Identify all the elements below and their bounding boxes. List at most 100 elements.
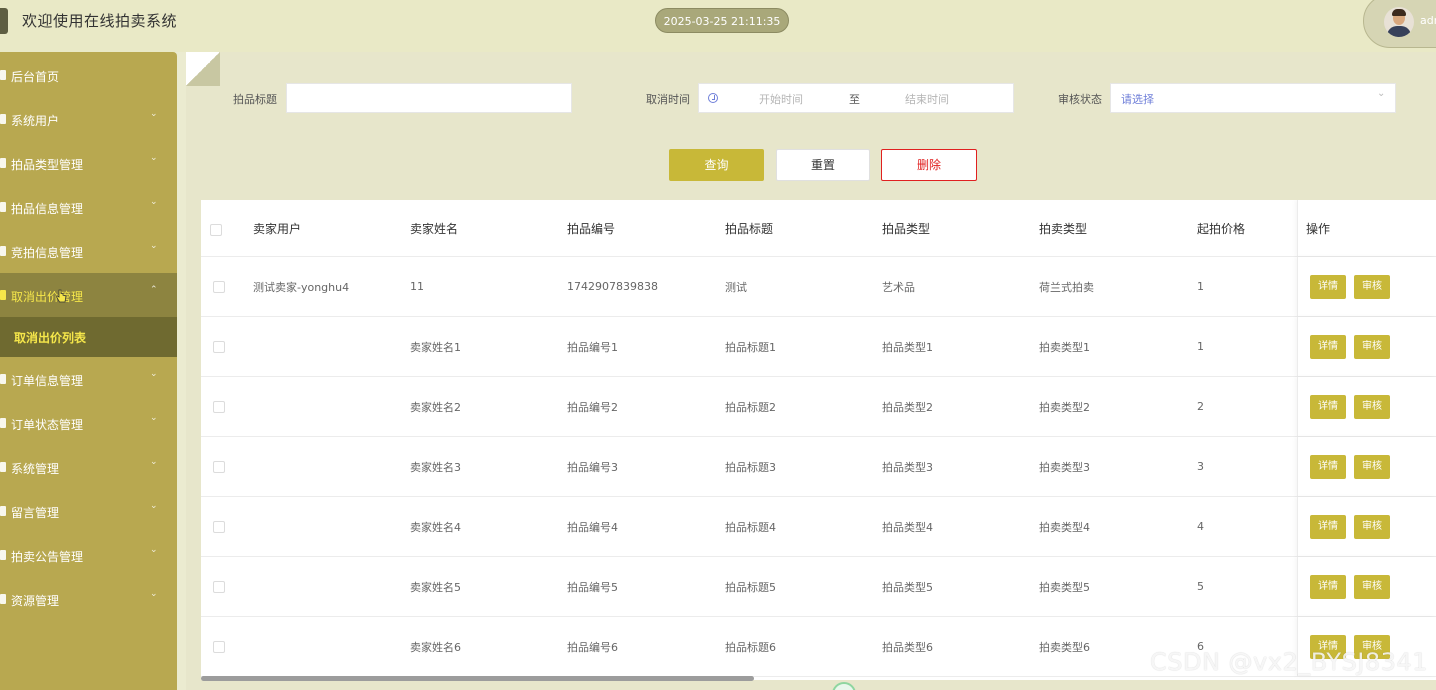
- row-checkbox[interactable]: [213, 581, 225, 593]
- table-cell: 拍品标题5: [725, 580, 776, 594]
- table-cell: 拍品标题1: [725, 340, 776, 354]
- list-icon: [0, 418, 6, 428]
- page-corner-fold: [186, 52, 220, 86]
- detail-button[interactable]: 详情: [1310, 395, 1346, 419]
- menu-toggle-icon[interactable]: [0, 8, 8, 34]
- start-time-placeholder[interactable]: 开始时间: [759, 91, 803, 107]
- column-header[interactable]: 拍卖类型: [1039, 200, 1087, 256]
- sidebar-item-label: 资源管理: [11, 594, 60, 608]
- sidebar-item-9[interactable]: 留言管理 ⌄: [0, 489, 177, 533]
- review-button[interactable]: 审核: [1354, 395, 1390, 419]
- row-checkbox[interactable]: [213, 281, 225, 293]
- detail-button[interactable]: 详情: [1310, 455, 1346, 479]
- review-button[interactable]: 审核: [1354, 275, 1390, 299]
- delete-button[interactable]: 删除: [881, 149, 977, 181]
- table-cell: 卖家姓名4: [410, 520, 461, 534]
- column-header[interactable]: 拍品标题: [725, 200, 773, 256]
- chevron-down-icon: ⌄: [150, 589, 158, 599]
- data-table: 卖家用户 卖家姓名 拍品编号 拍品标题 拍品类型 拍卖类型 起拍价格 操作 测试卖家-yongh…: [201, 200, 1436, 680]
- row-checkbox[interactable]: [213, 341, 225, 353]
- sidebar-item-5[interactable]: 取消出价管理 ⌃: [0, 273, 177, 317]
- table-cell: 测试卖家-yonghu4: [253, 280, 350, 294]
- title-filter-input[interactable]: [286, 83, 572, 113]
- table-header: 卖家用户 卖家姓名 拍品编号 拍品标题 拍品类型 拍卖类型 起拍价格 操作: [201, 200, 1436, 257]
- table-cell: 拍品编号5: [567, 580, 618, 594]
- table-cell: 拍品编号4: [567, 520, 618, 534]
- sidebar-item-0[interactable]: 后台首页: [0, 53, 177, 97]
- table-cell: 艺术品: [882, 280, 915, 294]
- column-header[interactable]: 起拍价格: [1197, 200, 1245, 256]
- list-icon: [0, 246, 6, 256]
- column-header[interactable]: 拍品类型: [882, 200, 930, 256]
- table-cell: 卖家姓名3: [410, 460, 461, 474]
- user-menu[interactable]: adm: [1363, 0, 1436, 48]
- review-button[interactable]: 审核: [1354, 335, 1390, 359]
- review-button[interactable]: 审核: [1354, 575, 1390, 599]
- end-time-placeholder[interactable]: 结束时间: [905, 91, 949, 107]
- sidebar-item-11[interactable]: 资源管理 ⌄: [0, 577, 177, 621]
- table-row[interactable]: 卖家姓名3 拍品编号3 拍品标题3 拍品类型3 拍卖类型3 3 详情 审核: [201, 437, 1436, 497]
- table-cell: 测试: [725, 280, 747, 294]
- review-status-placeholder: 请选择: [1121, 93, 1154, 106]
- table-row[interactable]: 卖家姓名1 拍品编号1 拍品标题1 拍品类型1 拍卖类型1 1 详情 审核: [201, 317, 1436, 377]
- table-cell: 拍品标题6: [725, 640, 776, 654]
- review-button[interactable]: 审核: [1354, 455, 1390, 479]
- sidebar-item-1[interactable]: 系统用户 ⌄: [0, 97, 177, 141]
- table-cell: 卖家姓名6: [410, 640, 461, 654]
- reset-button[interactable]: 重置: [776, 149, 870, 181]
- avatar: [1384, 7, 1414, 37]
- column-header[interactable]: 卖家用户: [253, 200, 301, 256]
- sidebar-item-2[interactable]: 拍品类型管理 ⌄: [0, 141, 177, 185]
- table-cell: 拍品编号3: [567, 460, 618, 474]
- sidebar-item-label: 取消出价管理: [11, 290, 84, 304]
- table-row[interactable]: 卖家姓名5 拍品编号5 拍品标题5 拍品类型5 拍卖类型5 5 详情 审核: [201, 557, 1436, 617]
- sidebar-item-label: 拍品信息管理: [11, 202, 84, 216]
- sidebar-item-10[interactable]: 拍卖公告管理 ⌄: [0, 533, 177, 577]
- select-all-checkbox[interactable]: [210, 224, 222, 236]
- list-icon: [0, 202, 6, 212]
- detail-button[interactable]: 详情: [1310, 275, 1346, 299]
- review-button[interactable]: 审核: [1354, 515, 1390, 539]
- table-row[interactable]: 卖家姓名4 拍品编号4 拍品标题4 拍品类型4 拍卖类型4 4 详情 审核: [201, 497, 1436, 557]
- sidebar-item-4[interactable]: 竞拍信息管理 ⌄: [0, 229, 177, 273]
- chevron-down-icon: ⌄: [1377, 88, 1386, 99]
- table-cell: 荷兰式拍卖: [1039, 280, 1094, 294]
- table-cell: 拍卖类型3: [1039, 460, 1090, 474]
- table-cell: 卖家姓名1: [410, 340, 461, 354]
- table-cell: 2: [1197, 400, 1204, 413]
- row-checkbox[interactable]: [213, 641, 225, 653]
- chevron-down-icon: ⌄: [150, 457, 158, 467]
- hand-cursor-icon: [56, 289, 67, 303]
- detail-button[interactable]: 详情: [1310, 515, 1346, 539]
- sidebar-item-label: 留言管理: [11, 506, 60, 520]
- table-cell: 拍品标题3: [725, 460, 776, 474]
- detail-button[interactable]: 详情: [1310, 335, 1346, 359]
- table-row[interactable]: 卖家姓名2 拍品编号2 拍品标题2 拍品类型2 拍卖类型2 2 详情 审核: [201, 377, 1436, 437]
- sidebar-item-label: 系统用户: [11, 114, 60, 128]
- table-cell: 1: [1197, 340, 1204, 353]
- sidebar-subitem-cancel-bid-list[interactable]: 取消出价列表: [0, 317, 177, 357]
- sidebar-item-8[interactable]: 系统管理 ⌄: [0, 445, 177, 489]
- gear-icon: [0, 462, 6, 472]
- sidebar-item-label: 竞拍信息管理: [11, 246, 84, 260]
- horizontal-scrollbar[interactable]: [201, 676, 754, 681]
- table-row[interactable]: 测试卖家-yonghu4 11 1742907839838 测试 艺术品 荷兰式拍卖 1 详情…: [201, 257, 1436, 317]
- sidebar-item-6[interactable]: 订单信息管理 ⌄: [0, 357, 177, 401]
- table-cell: 11: [410, 280, 424, 293]
- table-cell: 1742907839838: [567, 280, 658, 293]
- sidebar-item-3[interactable]: 拍品信息管理 ⌄: [0, 185, 177, 229]
- detail-button[interactable]: 详情: [1310, 575, 1346, 599]
- table-cell: 拍品类型1: [882, 340, 933, 354]
- table-cell: 拍卖类型4: [1039, 520, 1090, 534]
- row-checkbox[interactable]: [213, 401, 225, 413]
- list-icon: [0, 290, 6, 300]
- sidebar-item-7[interactable]: 订单状态管理 ⌄: [0, 401, 177, 445]
- query-button[interactable]: 查询: [669, 149, 764, 181]
- table-cell: 拍品类型6: [882, 640, 933, 654]
- review-status-label: 审核状态: [1058, 93, 1102, 106]
- column-header[interactable]: 卖家姓名: [410, 200, 458, 256]
- column-header[interactable]: 拍品编号: [567, 200, 615, 256]
- gear-icon: [0, 594, 6, 604]
- row-checkbox[interactable]: [213, 521, 225, 533]
- row-checkbox[interactable]: [213, 461, 225, 473]
